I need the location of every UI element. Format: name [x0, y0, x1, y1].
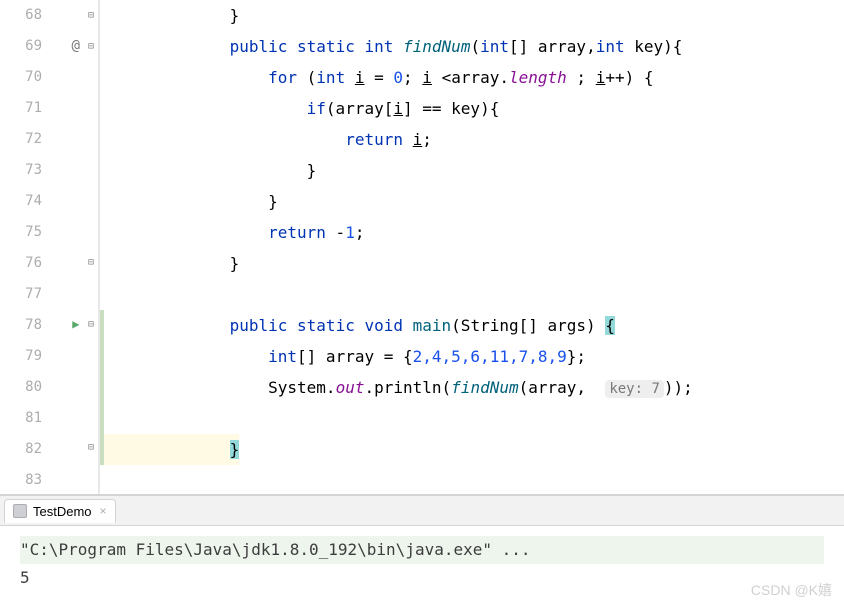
line-number[interactable]: 79 — [0, 341, 42, 372]
close-icon[interactable]: × — [100, 504, 107, 518]
line-number[interactable]: 82 — [0, 434, 42, 465]
line-number[interactable]: 81 — [0, 403, 42, 434]
fold-end-icon[interactable]: ⊟ — [88, 247, 94, 278]
line-number[interactable]: 70 — [0, 62, 42, 93]
line-number[interactable]: 74 — [0, 186, 42, 217]
line-number[interactable]: 80 — [0, 372, 42, 403]
line-number[interactable]: 75 — [0, 217, 42, 248]
editor-container: 68 69 70 71 72 73 74 75 76 77 78 79 80 8… — [0, 0, 844, 495]
at-icon: @ — [72, 31, 88, 62]
line-number-gutter: 68 69 70 71 72 73 74 75 76 77 78 79 80 8… — [0, 0, 50, 494]
run-config-icon — [13, 504, 27, 518]
console-tab[interactable]: TestDemo × — [4, 499, 116, 523]
fold-start-icon[interactable]: ⊟ — [88, 309, 94, 340]
line-number[interactable]: 68 — [0, 0, 42, 31]
line-number[interactable]: 83 — [0, 465, 42, 496]
gutter-icons: ⊟ @⊟ ⊟ ▶ ⊟ ⊟ — [50, 0, 100, 494]
code-area[interactable]: } public static int findNum(int[] array,… — [100, 0, 844, 494]
line-number[interactable]: 76 — [0, 248, 42, 279]
fold-end-icon[interactable]: ⊟ — [88, 432, 94, 463]
tab-label: TestDemo — [33, 504, 92, 519]
line-number[interactable]: 69 — [0, 31, 42, 62]
fold-start-icon[interactable]: ⊟ — [88, 31, 94, 62]
console-panel: TestDemo × "C:\Program Files\Java\jdk1.8… — [0, 495, 844, 608]
watermark: CSDN @K嬉 — [751, 580, 832, 600]
console-output[interactable]: "C:\Program Files\Java\jdk1.8.0_192\bin\… — [0, 526, 844, 608]
console-result: 5 — [20, 564, 824, 592]
console-command: "C:\Program Files\Java\jdk1.8.0_192\bin\… — [20, 536, 824, 564]
line-number[interactable]: 77 — [0, 279, 42, 310]
line-number[interactable]: 78 — [0, 310, 42, 341]
console-tab-bar: TestDemo × — [0, 496, 844, 526]
fold-end-icon[interactable]: ⊟ — [88, 0, 94, 31]
line-number[interactable]: 71 — [0, 93, 42, 124]
line-number[interactable]: 73 — [0, 155, 42, 186]
line-number[interactable]: 72 — [0, 124, 42, 155]
run-icon[interactable]: ▶ — [72, 309, 79, 340]
